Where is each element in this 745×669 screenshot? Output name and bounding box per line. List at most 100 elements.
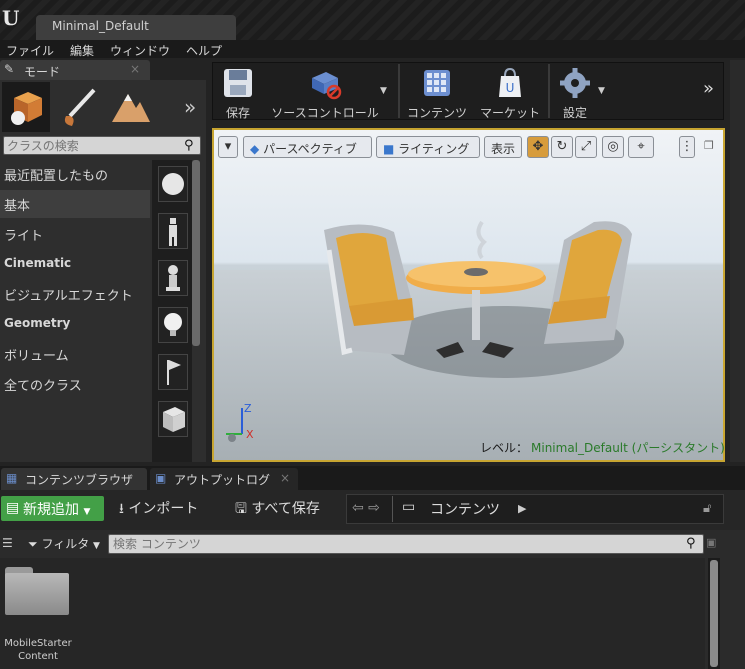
funnel-icon: ⏷ bbox=[28, 537, 38, 551]
content-scrollbar-thumb[interactable] bbox=[710, 560, 718, 667]
show-label: 表示 bbox=[491, 142, 516, 156]
modes-close-icon[interactable]: × bbox=[130, 62, 140, 76]
more-modes-icon[interactable]: » bbox=[184, 95, 196, 119]
category-recent[interactable]: 最近配置したもの bbox=[0, 160, 150, 188]
save-all-icon: 🖫 bbox=[235, 501, 247, 517]
asset-view bbox=[0, 558, 705, 669]
class-search-input[interactable] bbox=[4, 137, 174, 154]
rotate-tool-button[interactable]: ↻ bbox=[551, 136, 573, 158]
show-button[interactable]: 表示 bbox=[484, 136, 522, 158]
source-control-button[interactable]: ソースコントロール bbox=[268, 64, 382, 120]
menu-window[interactable]: ウィンドウ bbox=[104, 40, 176, 58]
save-button[interactable]: 保存 bbox=[214, 64, 262, 120]
save-search-icon[interactable]: ▣ bbox=[706, 536, 716, 549]
level-tab-title: Minimal_Default bbox=[52, 19, 149, 33]
settings-dropdown-icon[interactable]: ▼ bbox=[598, 86, 605, 96]
toolbar-separator bbox=[398, 64, 400, 118]
category-lights[interactable]: ライト bbox=[0, 220, 150, 248]
menu-help[interactable]: ヘルプ bbox=[180, 40, 228, 58]
path-caret-icon[interactable]: ▶ bbox=[518, 502, 526, 515]
add-new-button[interactable]: ▤ 新規追加 ▼ bbox=[1, 496, 104, 521]
move-arrows-icon: ✥ bbox=[532, 139, 544, 154]
lit-cube-icon: ■ bbox=[383, 142, 395, 156]
category-visual-effects[interactable]: ビジュアルエフェクト bbox=[0, 280, 150, 308]
category-all-classes[interactable]: 全てのクラス bbox=[0, 370, 150, 398]
translate-tool-button[interactable]: ✥ bbox=[527, 136, 549, 158]
lock-icon[interactable]: 🔓︎ bbox=[703, 501, 711, 516]
target-point-thumbnail[interactable] bbox=[158, 354, 188, 390]
player-start-thumbnail[interactable] bbox=[158, 213, 188, 249]
class-search-field[interactable] bbox=[3, 136, 201, 155]
category-cinematic[interactable]: Cinematic bbox=[0, 250, 150, 278]
folder-name-line1: MobileStarter bbox=[4, 638, 72, 649]
level-document-tab[interactable]: Minimal_Default bbox=[36, 15, 236, 40]
details-panel-edge bbox=[730, 60, 745, 462]
modes-wand-icon: ✎ bbox=[4, 62, 15, 76]
source-control-icon bbox=[312, 72, 342, 100]
shopping-bag-icon: U bbox=[499, 67, 521, 97]
menu-edit[interactable]: 編集 bbox=[64, 40, 100, 58]
path-content-crumb[interactable]: コンテンツ bbox=[430, 499, 500, 519]
svg-text:U: U bbox=[506, 81, 515, 95]
sphere-icon bbox=[162, 173, 184, 195]
content-button[interactable]: コンテンツ bbox=[404, 64, 470, 120]
place-mode-button[interactable] bbox=[2, 82, 50, 132]
modes-tab[interactable]: ✎ モード × bbox=[0, 60, 150, 80]
landscape-mode-button[interactable] bbox=[106, 82, 154, 132]
camera-speed-button[interactable]: ⋮ bbox=[679, 136, 695, 158]
save-all-button[interactable]: 🖫 すべて保存 bbox=[235, 498, 320, 522]
settings-button[interactable]: 設定 bbox=[552, 64, 598, 120]
output-log-close-icon[interactable]: × bbox=[280, 471, 290, 485]
modes-scrollbar[interactable] bbox=[192, 160, 200, 346]
lighting-button[interactable]: ■ ライティング bbox=[376, 136, 480, 158]
open-folder-icon: ▭ bbox=[402, 499, 416, 515]
maximize-viewport-icon[interactable]: ❐ bbox=[704, 139, 714, 152]
folder-mobilestarter-content[interactable] bbox=[5, 567, 69, 615]
search-icon[interactable]: ⚲ bbox=[184, 138, 194, 153]
toolbar-more-icon[interactable]: » bbox=[703, 78, 714, 99]
axis-z-label: Z bbox=[244, 402, 252, 415]
tab-content-browser-label: コンテンツブラウザ bbox=[25, 473, 134, 487]
history-back-forward-icon[interactable]: ⇦ ⇨ bbox=[352, 500, 380, 516]
scale-tool-button[interactable]: ⤢ bbox=[575, 136, 597, 158]
content-search-field[interactable] bbox=[108, 534, 704, 554]
source-control-dropdown-icon[interactable]: ▼ bbox=[380, 86, 387, 96]
category-volumes[interactable]: ボリューム bbox=[0, 340, 150, 368]
import-label: インポート bbox=[128, 501, 199, 517]
filter-dropdown-icon: ▼ bbox=[93, 541, 100, 551]
sources-panel-toggle-icon[interactable]: ☰ bbox=[2, 536, 13, 550]
menu-bar: ファイル 編集 ウィンドウ ヘルプ bbox=[0, 40, 745, 58]
menu-file[interactable]: ファイル bbox=[0, 40, 60, 58]
unreal-logo-icon[interactable]: U bbox=[2, 6, 20, 30]
filter-button[interactable]: ⏷ フィルタ ▼ bbox=[28, 535, 100, 552]
tab-content-browser[interactable]: ▦ コンテンツブラウザ bbox=[1, 468, 147, 490]
level-viewport[interactable]: Z X bbox=[212, 128, 725, 462]
path-separator bbox=[392, 496, 393, 522]
content-search-input[interactable] bbox=[109, 535, 669, 553]
light-actor-thumbnail[interactable] bbox=[158, 307, 188, 343]
snap-icon: ⌖ bbox=[637, 139, 645, 154]
category-geometry[interactable]: Geometry bbox=[0, 310, 150, 338]
lighting-label: ライティング bbox=[398, 142, 470, 156]
content-browser-icon: ▦ bbox=[6, 471, 18, 485]
import-icon: ⭳ bbox=[119, 501, 124, 517]
search-icon[interactable]: ⚲ bbox=[686, 536, 696, 551]
cube-actor-thumbnail[interactable] bbox=[158, 401, 188, 437]
camera-icon: ⋮ bbox=[680, 139, 694, 154]
paint-mode-button[interactable] bbox=[54, 82, 102, 132]
gear-icon bbox=[560, 68, 590, 98]
import-button[interactable]: ⭳ インポート bbox=[119, 498, 198, 522]
world-local-toggle[interactable]: ◎ bbox=[602, 136, 624, 158]
cube-icon bbox=[163, 407, 185, 432]
save-label: 保存 bbox=[225, 106, 250, 120]
category-basic[interactable]: 基本 bbox=[0, 190, 150, 218]
sphere-actor-thumbnail[interactable] bbox=[158, 166, 188, 202]
add-new-label: 新規追加 bbox=[23, 502, 79, 518]
perspective-button[interactable]: ◆ パースペクティブ bbox=[243, 136, 372, 158]
tab-output-log[interactable]: ▣ アウトプットログ × bbox=[150, 468, 298, 490]
source-control-label: ソースコントロール bbox=[271, 106, 379, 120]
surface-snap-button[interactable]: ⌖ bbox=[628, 136, 654, 158]
pawn-actor-thumbnail[interactable] bbox=[158, 260, 188, 296]
viewport-options-button[interactable]: ▾ bbox=[218, 136, 238, 158]
marketplace-button[interactable]: U マーケット bbox=[476, 64, 544, 120]
